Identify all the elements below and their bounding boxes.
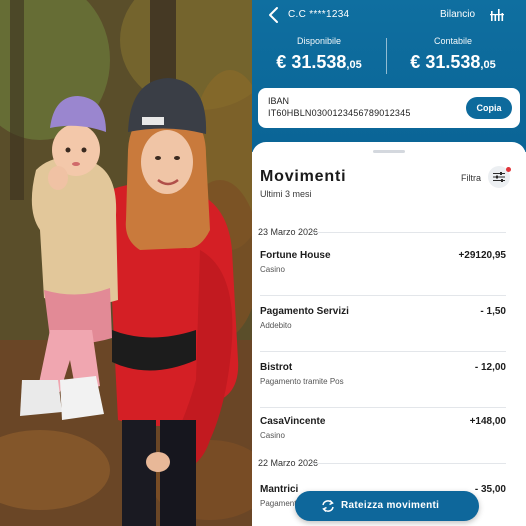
movements-title: Movimenti bbox=[260, 168, 347, 185]
transaction-amount: - 35,00 bbox=[474, 484, 506, 495]
balance-decimals: ,05 bbox=[480, 59, 496, 71]
iban-card: IBAN IT60HBLN0300123456789012345 Copia bbox=[258, 88, 520, 128]
repeat-arrows-icon bbox=[322, 499, 334, 513]
date-header: 22 Marzo 2026 bbox=[258, 458, 319, 468]
transaction-row[interactable]: CasaVincente Casino +148,00 bbox=[252, 408, 526, 462]
photo-illustration bbox=[0, 0, 252, 526]
currency-symbol: € bbox=[410, 52, 421, 72]
banking-app-screen: C.C ****1234 Bilancio Disponibile € 31.5… bbox=[252, 0, 526, 526]
transaction-amount: - 12,00 bbox=[474, 362, 506, 373]
transaction-amount: +148,00 bbox=[469, 416, 506, 427]
iban-value: IT60HBLN0300123456789012345 bbox=[268, 108, 411, 118]
transaction-row[interactable]: Fortune House Casino +29120,95 bbox=[252, 242, 526, 296]
transaction-name: Pagamento Servizi bbox=[260, 306, 349, 317]
bar-chart-icon[interactable] bbox=[490, 8, 504, 22]
row-divider bbox=[260, 295, 506, 296]
copy-iban-button[interactable]: Copia bbox=[466, 97, 512, 119]
balance-disponibile: Disponibile € 31.538,05 bbox=[254, 36, 384, 73]
balance-divider bbox=[386, 38, 387, 74]
transaction-type: Addebito bbox=[260, 321, 292, 330]
transaction-type: Pagamento tramite Pos bbox=[260, 377, 344, 386]
row-divider bbox=[260, 351, 506, 352]
account-header: C.C ****1234 Bilancio Disponibile € 31.5… bbox=[252, 0, 526, 152]
balance-label: Contabile bbox=[433, 36, 473, 46]
balance-integer: 31.538 bbox=[425, 52, 481, 72]
transaction-name: Bistrot bbox=[260, 362, 293, 373]
balance-amount: € 31.538,05 bbox=[254, 52, 384, 73]
balance-decimals: ,05 bbox=[346, 59, 362, 71]
rateizza-label: Rateizza movimenti bbox=[341, 500, 440, 511]
balance-contabile: Contabile € 31.538,05 bbox=[388, 36, 518, 73]
balance-integer: 31.538 bbox=[291, 52, 347, 72]
bilancio-link[interactable]: Bilancio bbox=[440, 9, 475, 20]
currency-symbol: € bbox=[276, 52, 287, 72]
transaction-amount: +29120,95 bbox=[458, 250, 506, 261]
transaction-amount: - 1,50 bbox=[480, 306, 506, 317]
sheet-drag-handle[interactable] bbox=[373, 150, 405, 153]
account-number: C.C ****1234 bbox=[288, 9, 350, 20]
chevron-left-icon[interactable] bbox=[266, 6, 282, 24]
transaction-type: Casino bbox=[260, 431, 285, 440]
filter-label[interactable]: Filtra bbox=[461, 173, 481, 183]
balance-label: Disponibile bbox=[296, 36, 342, 46]
rateizza-movimenti-button[interactable]: Rateizza movimenti bbox=[295, 491, 479, 521]
transaction-name: Mantrici bbox=[260, 484, 299, 495]
transaction-row[interactable]: Pagamento Servizi Addebito - 1,50 bbox=[252, 298, 526, 352]
date-divider bbox=[312, 463, 506, 464]
photo-mother-and-child bbox=[0, 0, 252, 526]
transaction-name: CasaVincente bbox=[260, 416, 326, 427]
date-divider bbox=[312, 232, 506, 233]
filter-active-badge bbox=[506, 167, 511, 172]
transaction-name: Fortune House bbox=[260, 250, 331, 261]
balance-amount: € 31.538,05 bbox=[388, 52, 518, 73]
transaction-type: Casino bbox=[260, 265, 285, 274]
date-header: 23 Marzo 2026 bbox=[258, 227, 319, 237]
transaction-row[interactable]: Bistrot Pagamento tramite Pos - 12,00 bbox=[252, 354, 526, 408]
movements-sheet: Movimenti Ultimi 3 mesi Filtra 23 Marzo … bbox=[252, 142, 526, 526]
iban-title: IBAN bbox=[268, 96, 290, 106]
movements-period: Ultimi 3 mesi bbox=[260, 189, 312, 199]
filter-sliders-icon bbox=[493, 172, 505, 182]
